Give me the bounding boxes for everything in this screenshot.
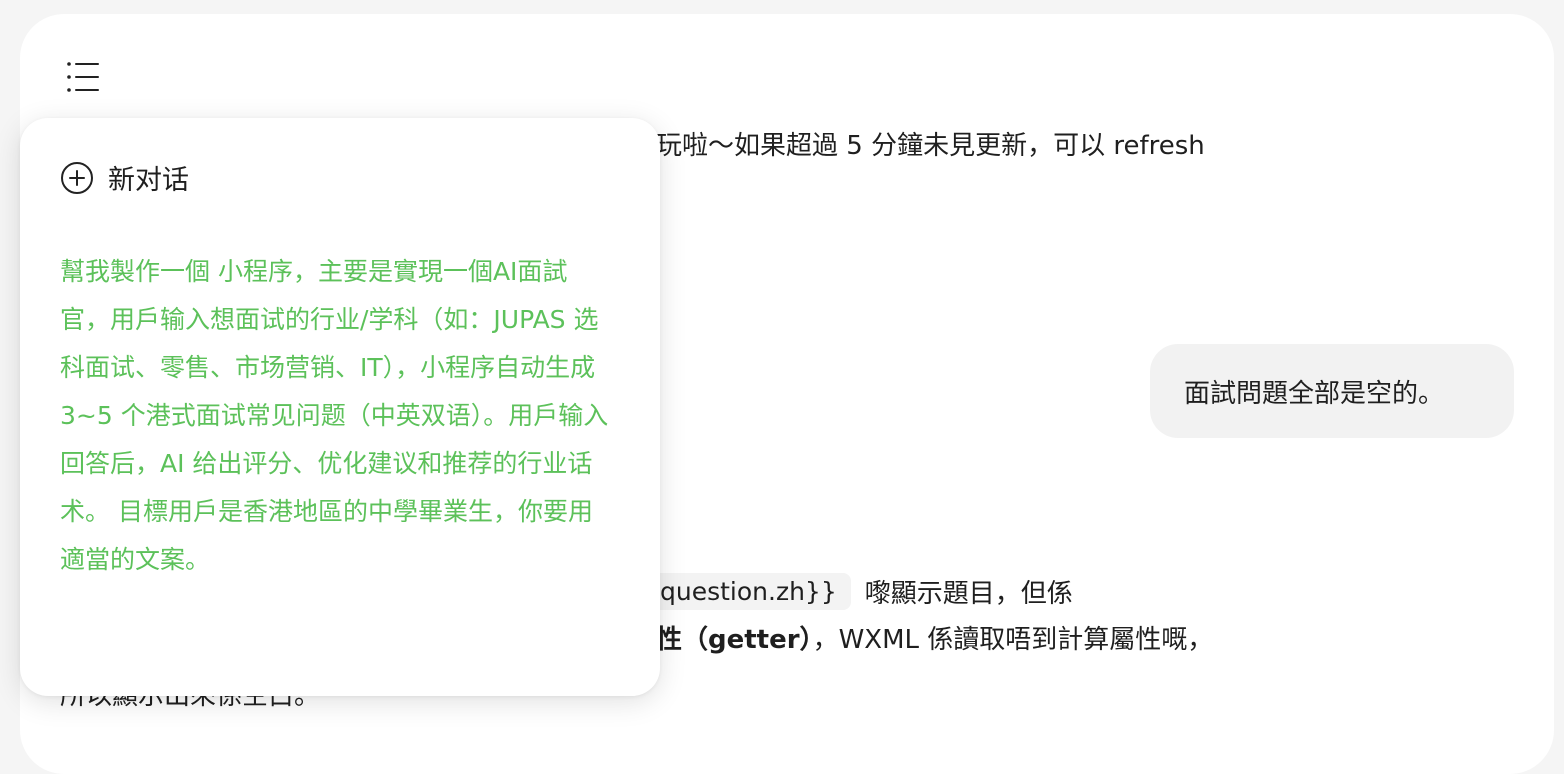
assistant-message-line: 玩啦～如果超過 5 分鐘未見更新，可以 refresh bbox=[656, 131, 1205, 161]
menu-toggle-button[interactable] bbox=[66, 60, 102, 96]
user-message-bubble: 面試問題全部是空的。 bbox=[1150, 344, 1514, 438]
assistant-message-line: 性（getter），WXML 係讀取唔到計算屬性嘅， bbox=[656, 622, 1213, 658]
history-item[interactable]: 幫我製作一個 小程序，主要是實現一個AI面試官，用戶输入想面试的行业/学科（如：… bbox=[60, 248, 612, 584]
new-chat-button[interactable]: 新对话 bbox=[60, 158, 189, 197]
new-chat-label: 新对话 bbox=[108, 165, 189, 196]
plus-circle-icon bbox=[61, 161, 93, 194]
history-popup: 新对话 幫我製作一個 小程序，主要是實現一個AI面試官，用戶输入想面试的行业/学… bbox=[20, 118, 660, 696]
assistant-code-line: question.zh}} 嚟顯示題目，但係 bbox=[600, 568, 1073, 614]
assistant-message-text: ，WXML 係讀取唔到計算屬性嘅， bbox=[812, 625, 1214, 655]
bold-text: 性（getter） bbox=[656, 625, 813, 655]
list-menu-icon bbox=[67, 62, 99, 92]
user-message-text: 面試問題全部是空的。 bbox=[1184, 378, 1445, 409]
assistant-message-text: 嚟顯示題目，但係 bbox=[864, 578, 1073, 609]
